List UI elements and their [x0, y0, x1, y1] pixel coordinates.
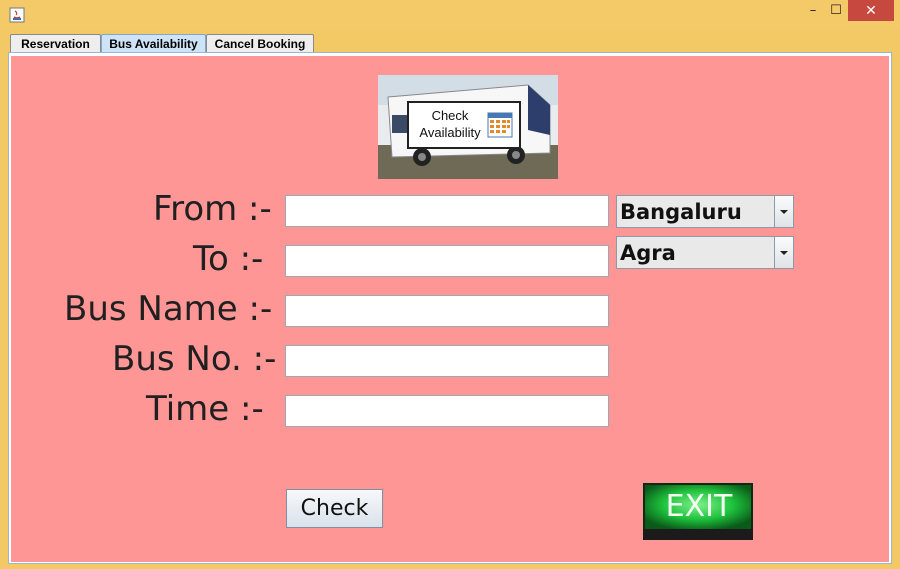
exit-text: EXIT	[666, 489, 733, 524]
bus-name-field[interactable]	[285, 295, 609, 327]
java-app-icon	[9, 7, 25, 23]
tab-bus-availability[interactable]: Bus Availability	[101, 34, 206, 52]
to-field[interactable]	[285, 245, 609, 277]
close-button[interactable]: ✕	[848, 0, 894, 21]
close-icon: ✕	[865, 2, 877, 19]
from-city-dropdown[interactable]: Bangaluru	[616, 195, 794, 228]
tab-strip: Reservation Bus Availability Cancel Book…	[8, 33, 892, 53]
banner-line1: Check	[432, 108, 469, 123]
maximize-icon: ☐	[830, 3, 842, 18]
minimize-button[interactable]: –	[800, 0, 826, 21]
check-button[interactable]: Check	[286, 489, 383, 528]
exit-button[interactable]: EXIT	[643, 483, 753, 540]
chevron-down-icon[interactable]	[774, 237, 793, 268]
bus-no-label: Bus No. :-	[112, 339, 277, 379]
from-field[interactable]	[285, 195, 609, 227]
minimize-icon: –	[809, 3, 817, 18]
from-city-selected: Bangaluru	[620, 200, 742, 224]
bus-no-field[interactable]	[285, 345, 609, 377]
tab-cancel-booking[interactable]: Cancel Booking	[206, 34, 314, 52]
time-field[interactable]	[285, 395, 609, 427]
time-label: Time :-	[146, 389, 264, 429]
to-label: To :-	[193, 239, 264, 279]
title-bar: – ☐ ✕	[0, 0, 900, 30]
chevron-down-icon[interactable]	[774, 196, 793, 227]
from-label: From :-	[153, 189, 272, 229]
tab-reservation[interactable]: Reservation	[10, 34, 101, 52]
check-availability-banner: Check Availability	[378, 75, 558, 179]
app-window: – ☐ ✕ Reservation Bus Availability Cance…	[0, 0, 900, 569]
maximize-button[interactable]: ☐	[826, 0, 846, 21]
bus-name-label: Bus Name :-	[64, 289, 273, 329]
calendar-icon	[487, 112, 513, 138]
to-city-dropdown[interactable]: Agra	[616, 236, 794, 269]
to-city-selected: Agra	[620, 241, 676, 265]
banner-line2: Availability	[419, 125, 481, 140]
